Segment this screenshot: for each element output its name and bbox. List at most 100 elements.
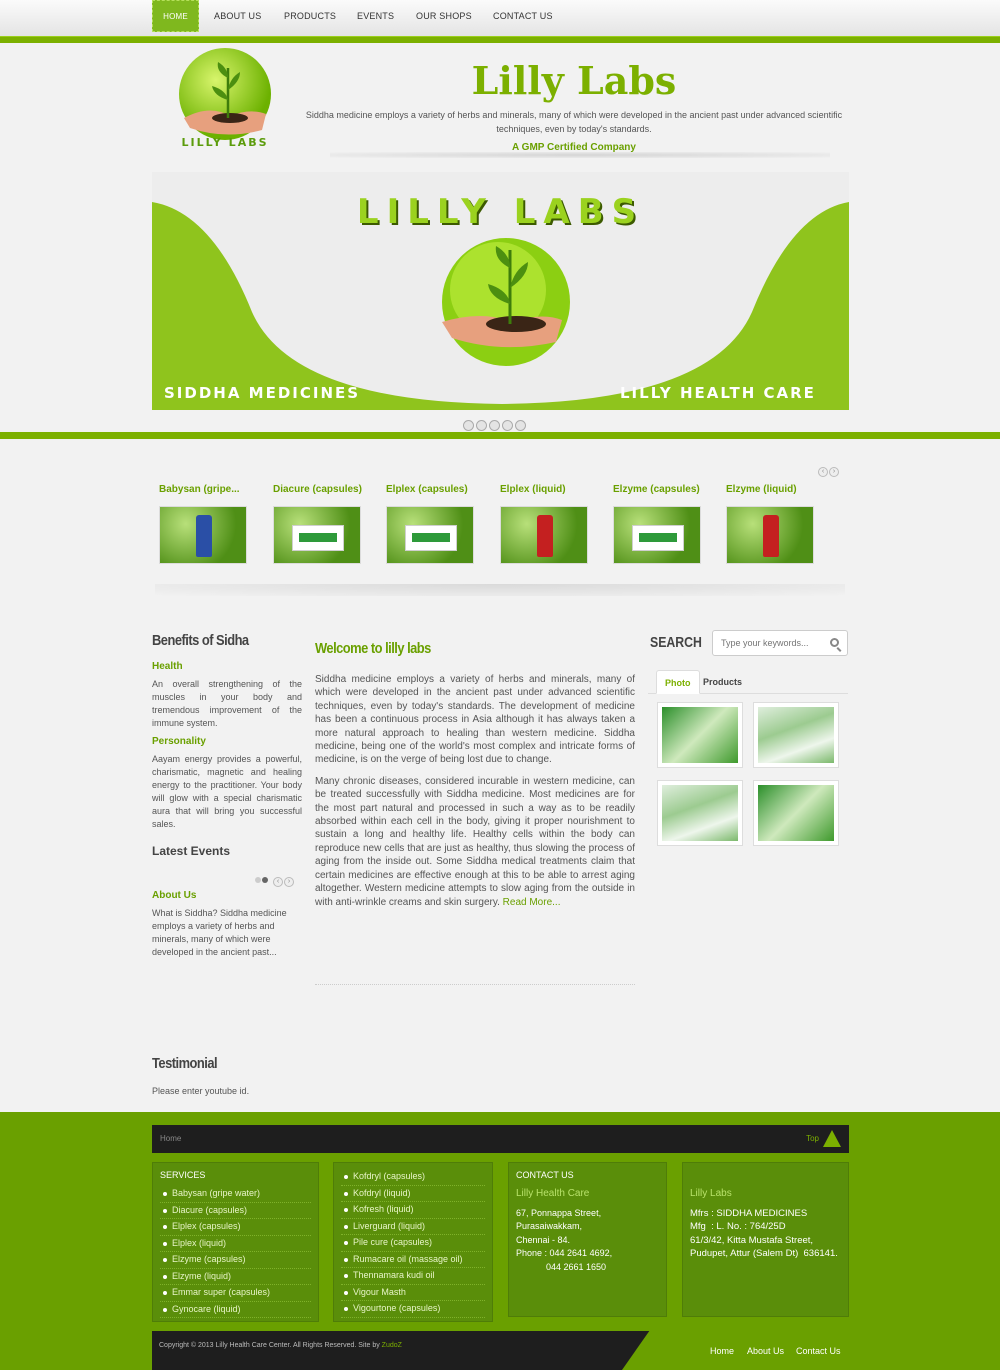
slider-dot[interactable] [502, 420, 513, 431]
bottom-link-about[interactable]: About Us [747, 1346, 784, 1356]
slider-dot[interactable] [476, 420, 487, 431]
gallery-tabs: Photo Products [648, 670, 848, 694]
service-link[interactable]: Kofdryl (liquid) [341, 1186, 485, 1202]
product-card[interactable]: Elplex (capsules) [386, 484, 486, 564]
service-link[interactable]: Vigourtone (capsules) [341, 1301, 485, 1318]
product-name[interactable]: Elplex (capsules) [386, 484, 486, 498]
service-link[interactable]: Emmar super (capsules) [160, 1285, 311, 1302]
nav-contact-us[interactable]: CONTACT US [493, 0, 553, 32]
shop-photo[interactable] [657, 780, 743, 846]
product-name[interactable]: Elzyme (capsules) [613, 484, 713, 498]
shop-photo[interactable] [657, 702, 743, 768]
service-link[interactable]: Rumacare oil (massage oil) [341, 1252, 485, 1268]
product-carousel-arrows: ‹ › [817, 464, 839, 477]
chevron-left-icon[interactable]: ‹ [818, 467, 828, 477]
footer-top-bar: Home Top [152, 1125, 849, 1153]
personality-title: Personality [152, 736, 206, 747]
product-name[interactable]: Elzyme (liquid) [726, 484, 826, 498]
services-list-2: Kofdryl (capsules) Kofdryl (liquid) Kofr… [341, 1169, 485, 1318]
product-image[interactable] [500, 506, 588, 564]
labs-name: Lilly Labs [690, 1188, 732, 1199]
product-image[interactable] [386, 506, 474, 564]
product-name[interactable]: Diacure (capsules) [273, 484, 373, 498]
content-rule [315, 984, 635, 985]
search-input[interactable] [721, 632, 825, 654]
tab-products[interactable]: Products [695, 670, 750, 694]
service-link[interactable]: Vigour Masth [341, 1285, 485, 1301]
banner-caption-left: SIDDHA MEDICINES [164, 384, 361, 402]
slider-dot[interactable] [515, 420, 526, 431]
header-shadow [330, 152, 830, 158]
slider-pagination [463, 420, 528, 432]
bottle-icon [537, 515, 553, 557]
product-image[interactable] [273, 506, 361, 564]
service-link[interactable]: Elplex (capsules) [160, 1219, 311, 1236]
nav-about-us[interactable]: ABOUT US [214, 0, 261, 32]
welcome-paragraph-2: Many chronic diseases, considered incura… [315, 775, 635, 909]
lilly-labs-logo[interactable]: LILLY LABS [170, 48, 280, 158]
health-text: An overall strengthening of the muscles … [152, 679, 302, 728]
shop-photo[interactable] [753, 780, 839, 846]
footer-home-link[interactable]: Home [160, 1134, 181, 1143]
service-link[interactable]: Gynocare (liquid) [160, 1302, 311, 1318]
service-link[interactable]: Liverguard (liquid) [341, 1219, 485, 1235]
box-icon [292, 525, 344, 551]
nav-home[interactable]: HOME [152, 0, 199, 32]
bottom-link-contact[interactable]: Contact Us [796, 1346, 841, 1356]
about-text: What is Siddha? Siddha medicine employs … [152, 908, 287, 957]
tab-photo[interactable]: Photo [656, 670, 700, 694]
service-link[interactable]: Kofresh (liquid) [341, 1202, 485, 1219]
chevron-right-icon[interactable]: › [284, 877, 295, 887]
hero-banner[interactable]: LILLY LABS SIDDHA MEDICINES LILLY HEALTH… [152, 172, 849, 410]
shop-photo-image [758, 707, 834, 763]
banner-caption-right: LILLY HEALTH CARE [620, 384, 816, 402]
left-sidebar: Benefits of Sidha Health An overall stre… [152, 632, 302, 959]
benefits-heading: Benefits of Sidha [152, 632, 249, 649]
chevron-left-icon[interactable]: ‹ [273, 877, 284, 887]
welcome-paragraph-1: Siddha medicine employs a variety of her… [315, 674, 635, 766]
service-link[interactable]: Pile cure (capsules) [341, 1235, 485, 1252]
back-to-top-link[interactable]: Top [806, 1134, 819, 1143]
bottle-icon [763, 515, 779, 557]
contact-company: Lilly Health Care [516, 1188, 590, 1199]
product-name[interactable]: Elplex (liquid) [500, 484, 600, 498]
product-card[interactable]: Babysan (gripe... [159, 484, 259, 564]
search-icon[interactable] [830, 638, 839, 647]
bottom-link-home[interactable]: Home [710, 1346, 734, 1356]
copyright-bar: Copyright © 2013 Lilly Health Care Cente… [152, 1331, 849, 1370]
service-link[interactable]: Diacure (capsules) [160, 1203, 311, 1219]
product-image[interactable] [726, 506, 814, 564]
nav-products[interactable]: PRODUCTS [284, 0, 336, 32]
service-link[interactable]: Elzyme (liquid) [160, 1269, 311, 1285]
service-link[interactable]: Elplex (liquid) [160, 1236, 311, 1252]
product-card[interactable]: Elplex (liquid) [500, 484, 600, 564]
product-card[interactable]: Elzyme (capsules) [613, 484, 713, 564]
nav-our-shops[interactable]: OUR SHOPS [416, 0, 472, 32]
service-link[interactable]: Elzyme (capsules) [160, 1252, 311, 1269]
arrow-up-icon[interactable] [823, 1130, 841, 1147]
product-image[interactable] [159, 506, 247, 564]
site-by-link[interactable]: ZudoZ [382, 1342, 402, 1349]
product-image[interactable] [613, 506, 701, 564]
events-dot[interactable] [255, 877, 261, 884]
labs-address: Mfrs : SIDDHA MEDICINES Mfg : L. No. : 7… [690, 1208, 838, 1260]
box-icon [405, 525, 457, 551]
service-link[interactable]: Thennamara kudi oil [341, 1268, 485, 1285]
product-name[interactable]: Babysan (gripe... [159, 484, 259, 498]
logo-text: LILLY LABS [181, 136, 268, 149]
shop-photo[interactable] [753, 702, 839, 768]
nav-events[interactable]: EVENTS [357, 0, 394, 32]
contact-address: 67, Ponnappa Street, Purasaiwakkam, Chen… [516, 1208, 613, 1272]
read-more-link[interactable]: Read More... [503, 897, 561, 908]
search-box[interactable] [712, 630, 848, 656]
service-link[interactable]: Kofdryl (capsules) [341, 1169, 485, 1186]
footer-contact: CONTACT US Lilly Health Care 67, Ponnapp… [508, 1162, 667, 1317]
chevron-right-icon[interactable]: › [829, 467, 839, 477]
events-dot[interactable] [262, 877, 268, 884]
product-card[interactable]: Diacure (capsules) [273, 484, 373, 564]
slider-dot[interactable] [463, 420, 474, 431]
service-link[interactable]: Babysan (gripe water) [160, 1186, 311, 1203]
slider-dot[interactable] [489, 420, 500, 431]
product-card[interactable]: Elzyme (liquid) [726, 484, 826, 564]
section-divider [155, 584, 845, 596]
